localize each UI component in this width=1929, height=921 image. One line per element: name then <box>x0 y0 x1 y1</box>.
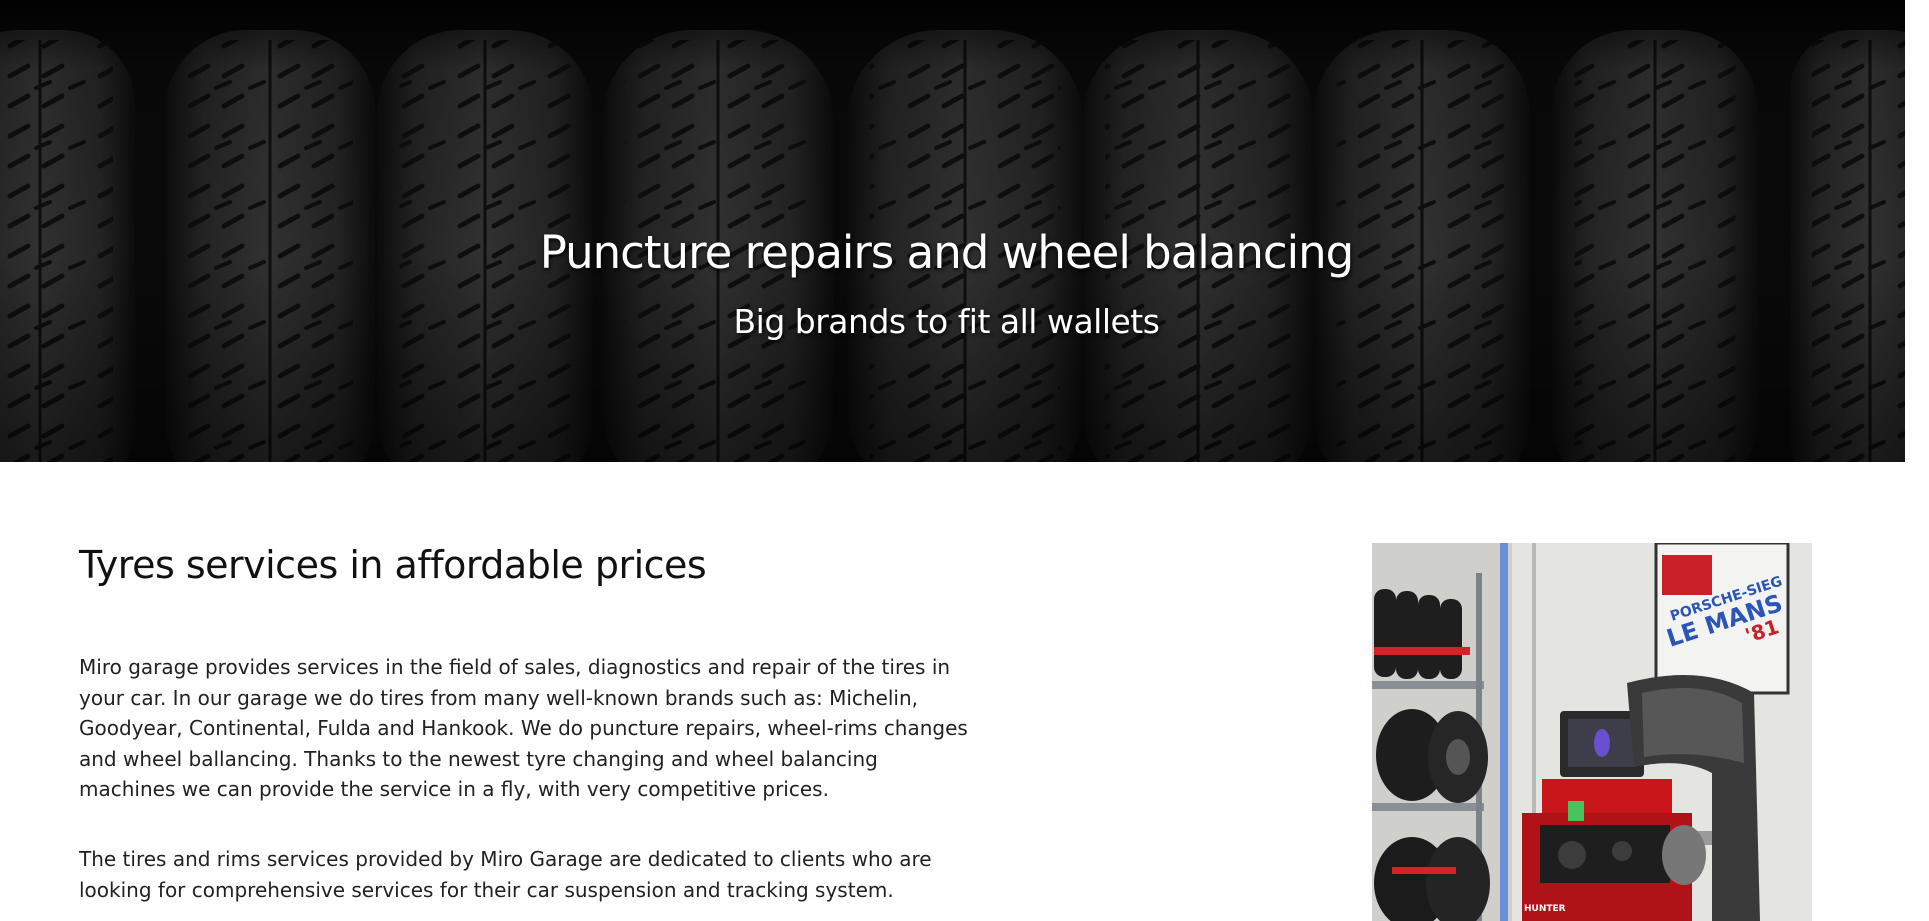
hero-banner: Puncture repairs and wheel balancing Big… <box>0 0 1905 462</box>
paragraph-clients: The tires and rims services provided by … <box>79 847 932 902</box>
garage-photo-illustration: PORSCHE-SIEG LE MANS '81 HUNTER <box>1372 543 1812 921</box>
garage-photo: PORSCHE-SIEG LE MANS '81 HUNTER <box>1372 543 1812 921</box>
machine-label: HUNTER <box>1524 904 1566 914</box>
section-heading: Tyres services in affordable prices <box>79 543 707 587</box>
page: Puncture repairs and wheel balancing Big… <box>0 0 1929 921</box>
paragraph-services: Miro garage provides services in the fie… <box>79 655 968 801</box>
hero-title: Puncture repairs and wheel balancing <box>539 226 1354 279</box>
hero-subtitle: Big brands to fit all wallets <box>733 302 1160 341</box>
